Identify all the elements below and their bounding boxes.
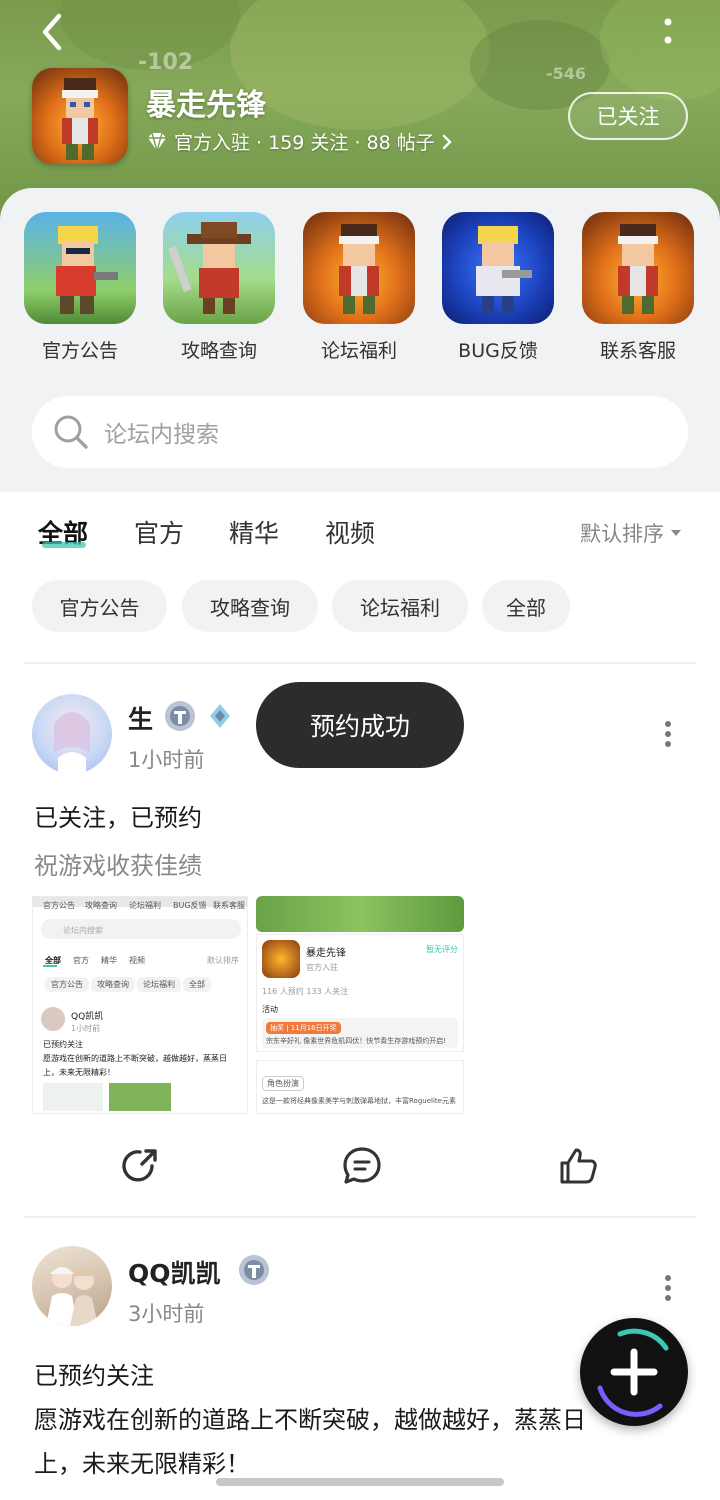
sort-dropdown[interactable]: 默认排序 bbox=[580, 518, 682, 548]
mini-nav: 视频 bbox=[129, 956, 145, 965]
welfare-icon bbox=[303, 212, 415, 324]
sort-label: 默认排序 bbox=[580, 522, 664, 546]
mini-rate: 暂无评分 bbox=[426, 945, 458, 954]
post-image-right[interactable]: 暴走先锋 官方入驻 暂无评分 116 人预约 133 人关注 活动 抽奖 | 1… bbox=[256, 896, 464, 1114]
shortcut-welfare[interactable]: 论坛福利 bbox=[303, 212, 415, 363]
mini-chip: 官方公告 bbox=[45, 977, 89, 992]
mini-role-tag: 角色扮演 bbox=[262, 1076, 304, 1091]
shortcut-customer-service[interactable]: 联系客服 bbox=[582, 212, 694, 363]
mini-activity: 活动 bbox=[262, 1005, 278, 1014]
mini-line: 已预约关注 bbox=[43, 1040, 83, 1049]
medal-badge-icon bbox=[210, 704, 230, 728]
avatar[interactable] bbox=[32, 1246, 112, 1326]
mini-search: 论坛内搜索 bbox=[63, 926, 103, 935]
mini-chip: 全部 bbox=[183, 977, 211, 992]
follow-button[interactable]: 已关注 bbox=[568, 92, 688, 140]
shortcut-official-notice[interactable]: 官方公告 bbox=[24, 212, 136, 363]
shortcut-label: 攻略查询 bbox=[180, 340, 257, 362]
tab-official[interactable]: 官方 bbox=[134, 514, 184, 550]
post-title: 已关注，已预约 bbox=[34, 804, 202, 832]
mini-shortcut: 攻略查询 bbox=[85, 901, 117, 910]
shortcut-label: 联系客服 bbox=[599, 340, 676, 362]
post-body: 祝游戏收获佳绩 bbox=[34, 852, 202, 880]
post-more-icon[interactable] bbox=[660, 1268, 676, 1308]
header-bg-shape bbox=[230, 0, 490, 130]
create-post-button[interactable] bbox=[580, 1318, 688, 1426]
level-badge-icon bbox=[165, 701, 195, 731]
shortcut-label: 官方公告 bbox=[41, 340, 118, 362]
like-icon[interactable] bbox=[556, 1144, 600, 1188]
game-title: 暴走先锋 bbox=[146, 88, 266, 123]
chip-strategy[interactable]: 攻略查询 bbox=[182, 580, 318, 632]
caret-down-icon bbox=[671, 530, 681, 536]
more-icon[interactable] bbox=[650, 14, 686, 50]
post-body-line: 上，未来无限精彩！ bbox=[34, 1450, 250, 1478]
search-icon bbox=[54, 415, 88, 449]
shortcut-label: BUG反馈 bbox=[458, 340, 538, 362]
chip-welfare[interactable]: 论坛福利 bbox=[332, 580, 468, 632]
search-placeholder: 论坛内搜索 bbox=[104, 422, 219, 448]
mini-sort: 默认排序 bbox=[207, 956, 239, 965]
mini-username: QQ凯凯 bbox=[71, 1012, 104, 1022]
mini-line: 上，未来无限精彩！ bbox=[43, 1068, 115, 1077]
mini-banner-tag: 抽奖 | 11月16日开奖 bbox=[266, 1022, 341, 1034]
header-bg-number: -102 bbox=[138, 50, 194, 75]
mini-game-name: 暴走先锋 bbox=[306, 948, 346, 959]
mini-shortcut: 联系客服 bbox=[213, 901, 245, 910]
mini-stats: 116 人预约 133 人关注 bbox=[262, 987, 349, 996]
mini-shortcut: 论坛福利 bbox=[129, 901, 161, 910]
tab-featured[interactable]: 精华 bbox=[229, 514, 279, 550]
mini-shortcut: BUG反馈 bbox=[173, 901, 207, 910]
shortcut-strategy[interactable]: 攻略查询 bbox=[163, 212, 275, 363]
game-meta-text: 官方入驻 · 159 关注 · 88 帖子 bbox=[174, 132, 435, 154]
divider bbox=[24, 662, 696, 664]
mini-banner-text: 宗东辛好礼 像素世界危机四伏！快节奏生存游戏预约开启! bbox=[266, 1037, 447, 1045]
post-body-line: 愿游戏在创新的道路上不断突破，越做越好，蒸蒸日 bbox=[34, 1406, 586, 1434]
post-time: 3小时前 bbox=[128, 1302, 205, 1326]
share-icon[interactable] bbox=[118, 1144, 162, 1188]
diamond-icon bbox=[148, 132, 166, 152]
filter-chips: 官方公告 攻略查询 论坛福利 全部 bbox=[0, 580, 720, 634]
level-badge-icon bbox=[239, 1255, 269, 1285]
mini-line: 愿游戏在创新的道路上不断突破，越做越好，蒸蒸日 bbox=[43, 1054, 227, 1063]
mini-tag: 官方入驻 bbox=[306, 963, 338, 972]
game-meta[interactable]: 官方入驻 · 159 关注 · 88 帖子 bbox=[146, 128, 453, 155]
header-bg-number: -546 bbox=[546, 64, 587, 83]
mini-time: 1小时前 bbox=[71, 1024, 101, 1033]
post-title: 已预约关注 bbox=[34, 1362, 154, 1390]
tab-video[interactable]: 视频 bbox=[325, 514, 375, 550]
post-time: 1小时前 bbox=[128, 748, 205, 772]
home-indicator[interactable] bbox=[216, 1478, 504, 1486]
forum-top-card: 官方公告 攻略查询 论坛福利 BUG反馈 联系客服 论坛内搜索 bbox=[0, 188, 720, 492]
customer-service-icon bbox=[582, 212, 694, 324]
shortcut-bug-report[interactable]: BUG反馈 bbox=[442, 212, 554, 363]
avatar[interactable] bbox=[32, 694, 112, 774]
mini-nav: 精华 bbox=[101, 956, 117, 965]
post-username[interactable]: 生 bbox=[128, 700, 153, 736]
back-icon[interactable] bbox=[32, 10, 76, 54]
chip-official-notice[interactable]: 官方公告 bbox=[32, 580, 167, 632]
post-image-left[interactable]: 官方公告 攻略查询 论坛福利 BUG反馈 联系客服 论坛内搜索 全部 官方 精华… bbox=[32, 896, 248, 1114]
post-more-icon[interactable] bbox=[660, 714, 676, 754]
chevron-right-icon bbox=[442, 134, 452, 149]
tab-active-indicator bbox=[42, 542, 86, 548]
post-username[interactable]: QQ凯凯 bbox=[128, 1254, 221, 1290]
strategy-icon bbox=[163, 212, 275, 324]
plus-icon bbox=[597, 1328, 669, 1417]
mini-nav: 官方 bbox=[73, 956, 89, 965]
shortcut-label: 论坛福利 bbox=[320, 340, 397, 362]
divider bbox=[24, 1216, 696, 1218]
mini-chip: 论坛福利 bbox=[137, 977, 181, 992]
comment-icon[interactable] bbox=[340, 1144, 384, 1188]
chip-all[interactable]: 全部 bbox=[482, 580, 570, 632]
bug-report-icon bbox=[442, 212, 554, 324]
mini-shortcut: 官方公告 bbox=[43, 901, 75, 910]
official-notice-icon bbox=[24, 212, 136, 324]
mini-chip: 攻略查询 bbox=[91, 977, 135, 992]
search-input[interactable]: 论坛内搜索 bbox=[32, 396, 688, 468]
mini-desc: 这是一款将经典像素美学与刺激弹幕地狱，丰富Roguelite元素 bbox=[262, 1097, 456, 1105]
toast-message: 预约成功 bbox=[256, 682, 464, 768]
game-icon bbox=[32, 68, 128, 164]
